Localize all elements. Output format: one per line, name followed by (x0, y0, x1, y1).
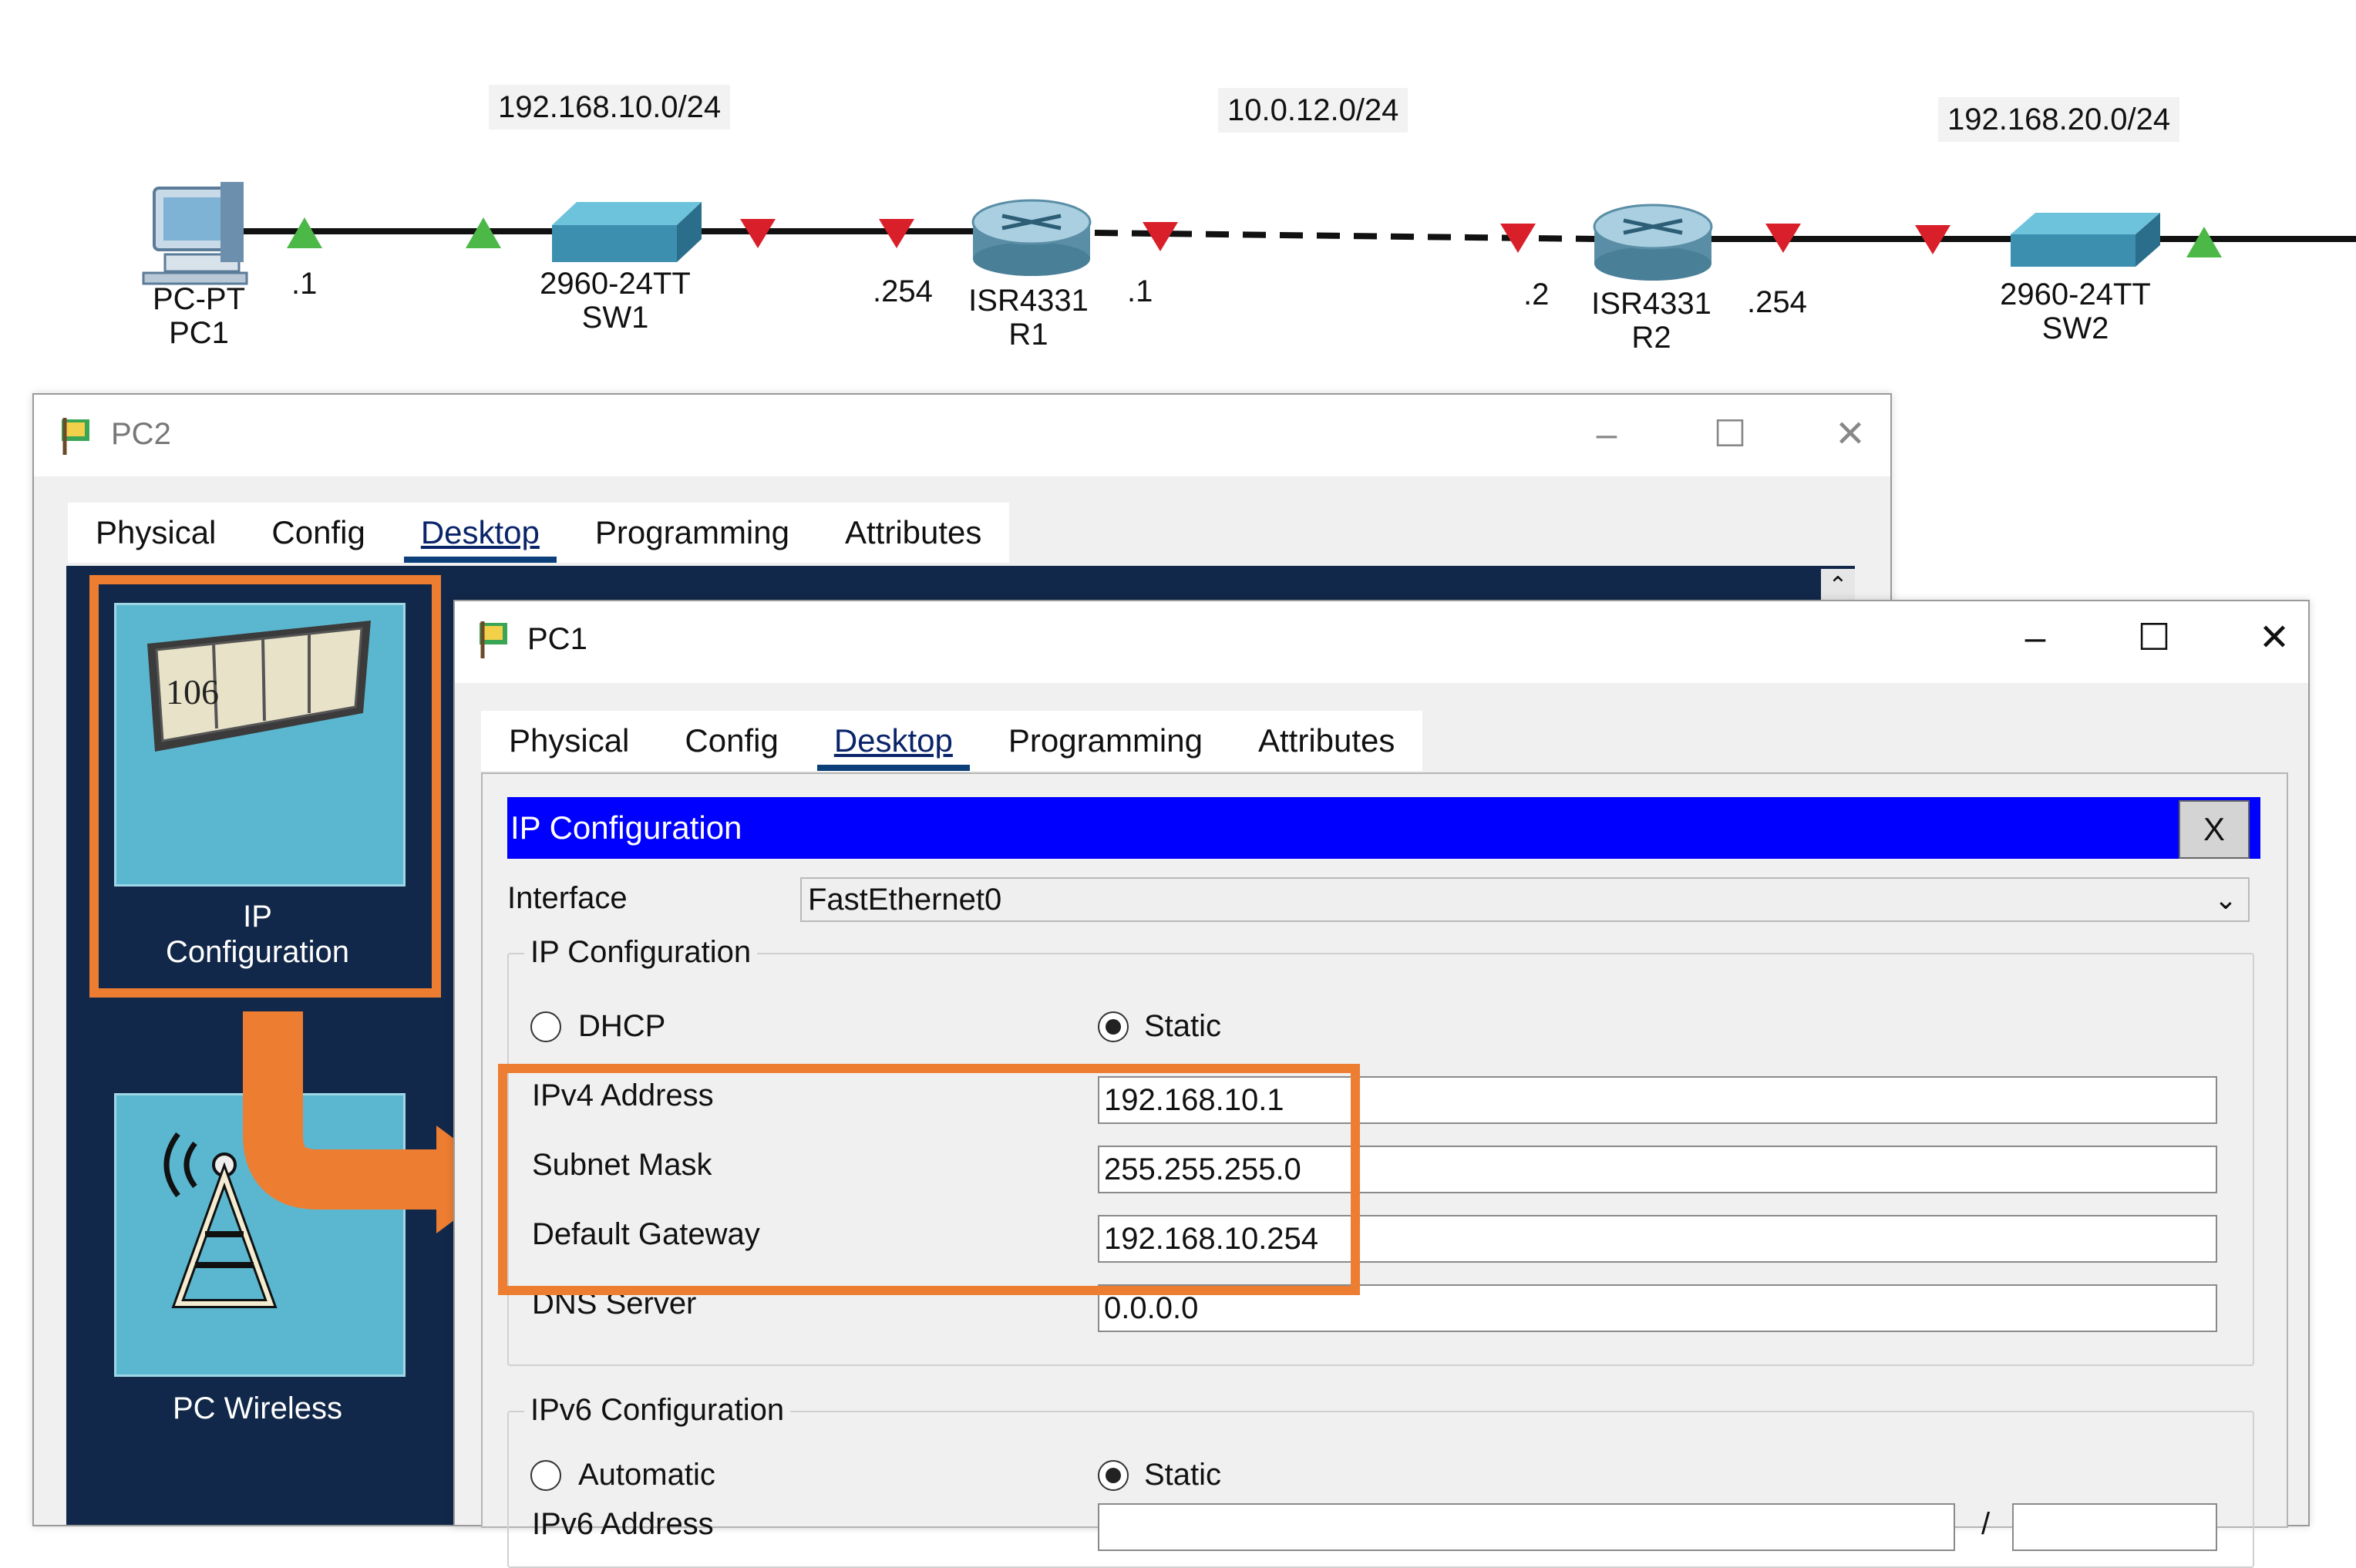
device-label-r2: ISR4331 R2 (1591, 287, 1711, 355)
window-title: PC2 (111, 417, 171, 451)
packet-tracer-icon (62, 418, 89, 455)
minimize-button[interactable]: – (2004, 617, 2066, 660)
pc1-titlebar: PC1 – ☐ ✕ (455, 601, 2308, 683)
port-label: .254 (1747, 285, 1807, 319)
tab-programming[interactable]: Programming (981, 711, 1230, 771)
static-radio[interactable] (1098, 1011, 1129, 1042)
tab-desktop[interactable]: Desktop (393, 503, 567, 563)
automatic-label: Automatic (578, 1458, 715, 1492)
device-label-sw2: 2960-24TT SW2 (2000, 278, 2151, 345)
router-icon (1593, 204, 1713, 281)
network-label: 192.168.10.0/24 (489, 85, 731, 130)
topology-canvas: 192.168.10.0/24 10.0.12.0/24 192.168.20.… (0, 0, 2356, 385)
static-label: Static (1144, 1009, 1222, 1043)
network-label: 192.168.20.0/24 (1938, 97, 2180, 142)
ipv6-static-label: Static (1144, 1458, 1222, 1492)
device-type: 2960-24TT (2000, 278, 2151, 311)
device-name: SW2 (2041, 311, 2109, 345)
packet-tracer-icon (480, 621, 507, 658)
pc2-titlebar: PC2 – ☐ ✕ (34, 395, 1890, 476)
scrollbar-up-button[interactable]: ⌃ (1821, 569, 1855, 603)
close-button[interactable]: ✕ (2243, 617, 2305, 660)
device-type: 2960-24TT (540, 267, 691, 301)
ip-config-close-button[interactable]: X (2179, 800, 2250, 859)
pc1-tabbar: Physical Config Desktop Programming Attr… (481, 711, 1423, 771)
pc-icon (142, 182, 248, 285)
ipv6-group-title: IPv6 Configuration (524, 1392, 791, 1428)
device-type: PC-PT (153, 282, 245, 316)
tab-programming[interactable]: Programming (567, 503, 817, 563)
ipv6-static-radio[interactable] (1098, 1460, 1129, 1491)
device-name: PC1 (169, 316, 229, 350)
ipv6-address-input[interactable] (1098, 1503, 1955, 1551)
device-label-pc1: PC-PT PC1 (153, 282, 245, 350)
port-label: .2 (1523, 278, 1550, 311)
maximize-button[interactable]: ☐ (2123, 617, 2185, 660)
switch-icon (2011, 213, 2160, 267)
ipv6-address-label: IPv6 Address (532, 1507, 714, 1541)
interface-value: FastEthernet0 (808, 883, 1002, 917)
pc1-window: PC1 – ☐ ✕ Physical Config Desktop Progra… (453, 600, 2310, 1568)
tab-desktop[interactable]: Desktop (806, 711, 981, 771)
tab-attributes[interactable]: Attributes (817, 503, 1009, 563)
device-label-r1: ISR4331 R1 (968, 284, 1089, 352)
device-type: ISR4331 (1591, 287, 1711, 321)
tab-attributes[interactable]: Attributes (1230, 711, 1422, 771)
pc2-tabbar: Physical Config Desktop Programming Attr… (68, 503, 1010, 563)
interface-label: Interface (507, 881, 628, 915)
switch-icon (552, 202, 702, 262)
port-label: .1 (291, 267, 318, 301)
device-name: R1 (1008, 318, 1048, 352)
ipv4-group-title: IP Configuration (524, 934, 758, 970)
close-button[interactable]: ✕ (1819, 413, 1881, 456)
ip-config-header: IP Configuration (507, 797, 2260, 859)
port-label: .254 (873, 274, 933, 308)
network-label: 10.0.12.0/24 (1218, 88, 1409, 133)
ipv6-prefix-input[interactable] (2012, 1503, 2217, 1551)
tab-physical[interactable]: Physical (68, 503, 244, 563)
window-title: PC1 (527, 622, 587, 656)
address-fields-highlight (498, 1064, 1360, 1295)
router-icon (971, 199, 1092, 276)
automatic-radio[interactable] (530, 1460, 561, 1491)
dhcp-label: DHCP (578, 1009, 666, 1043)
tab-config[interactable]: Config (244, 503, 392, 563)
tab-config[interactable]: Config (657, 711, 806, 771)
device-label-sw1: 2960-24TT SW1 (540, 267, 691, 335)
prefix-separator: / (1981, 1507, 1991, 1541)
maximize-button[interactable]: ☐ (1699, 413, 1761, 456)
interface-select[interactable]: FastEthernet0 ⌄ (800, 877, 2250, 922)
chevron-down-icon: ⌄ (2213, 883, 2237, 915)
pc-wireless-caption: PC Wireless (172, 1391, 343, 1425)
port-label: .1 (1127, 274, 1153, 308)
device-name: SW1 (581, 301, 649, 335)
ip-configuration-highlight (89, 575, 441, 998)
tab-physical[interactable]: Physical (481, 711, 657, 771)
device-name: R2 (1631, 321, 1671, 355)
minimize-button[interactable]: – (1576, 413, 1637, 456)
device-type: ISR4331 (968, 284, 1089, 318)
dhcp-radio[interactable] (530, 1011, 561, 1042)
